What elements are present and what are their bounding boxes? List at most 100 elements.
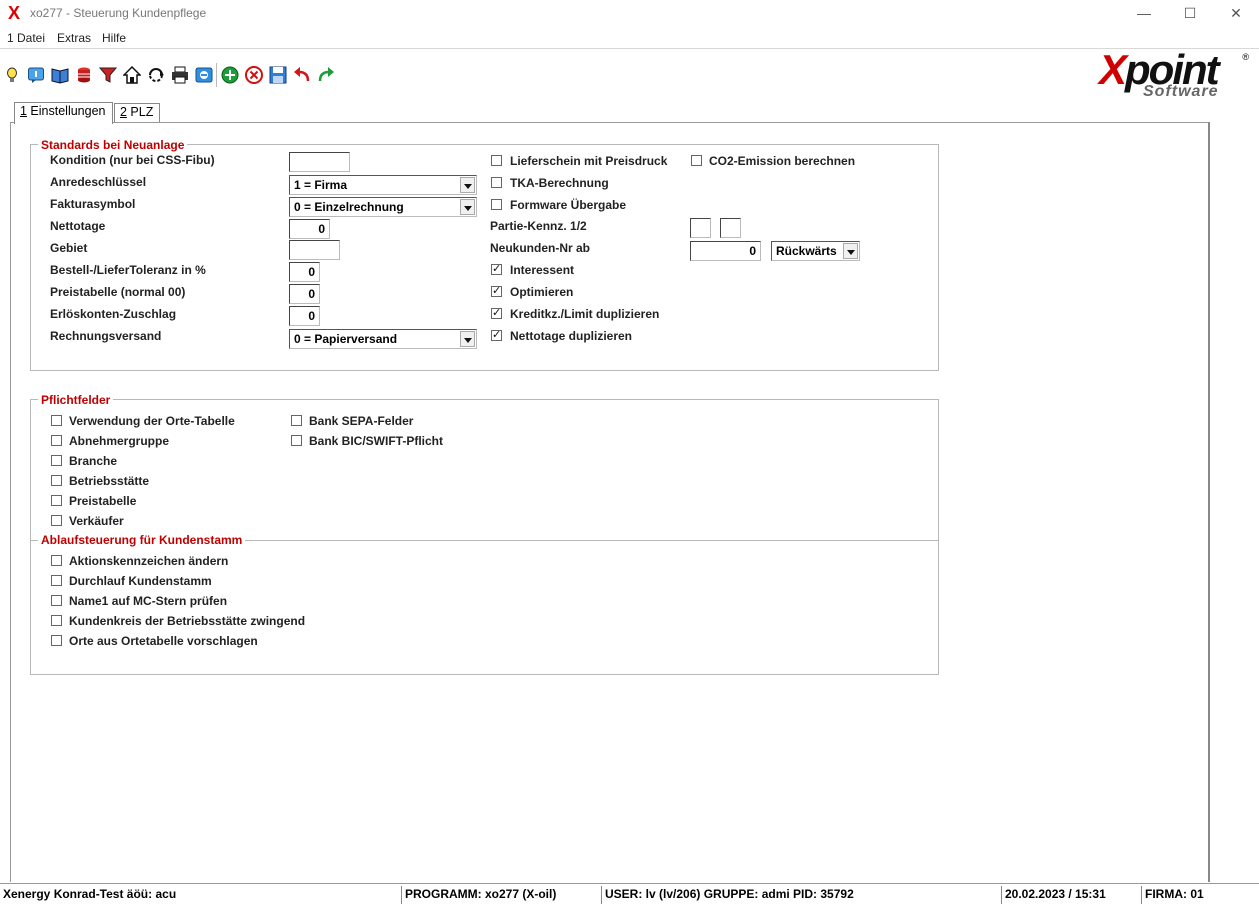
orte-vorschlagen-label: Orte aus Ortetabelle vorschlagen (69, 634, 258, 648)
lieferschein-checkbox[interactable] (491, 155, 502, 166)
aktionskennzeichen-checkbox[interactable] (51, 555, 62, 566)
add-icon[interactable] (221, 66, 239, 84)
kreditkz-label: Kreditkz./Limit duplizieren (510, 307, 660, 321)
print-icon[interactable] (171, 66, 189, 84)
orte-tabelle-checkbox[interactable] (51, 415, 62, 426)
status-mandant: Xenergy Konrad-Test äöü: acu (3, 887, 177, 901)
chevron-down-icon[interactable] (460, 177, 475, 193)
nettotage-dup-checkbox[interactable] (491, 328, 502, 341)
status-datetime: 20.02.2023 / 15:31 (1001, 886, 1141, 904)
interessent-label: Interessent (510, 263, 575, 277)
status-user: USER: lv (lv/206) GRUPPE: admi PID: 3579… (601, 886, 1001, 904)
menu-extras[interactable]: Extras (57, 31, 91, 45)
abnehmergruppe-label: Abnehmergruppe (69, 434, 170, 448)
nettotage-field[interactable]: 0 (289, 219, 330, 239)
close-button[interactable]: ✕ (1213, 0, 1259, 27)
name1-label: Name1 auf MC-Stern prüfen (69, 594, 228, 608)
delete-icon[interactable] (245, 66, 263, 84)
kondition-field[interactable] (289, 152, 350, 172)
partie-field-1[interactable] (690, 218, 711, 238)
menu-hilfe[interactable]: Hilfe (102, 31, 126, 45)
kreditkz-checkbox[interactable] (491, 306, 502, 319)
nettotage-dup-label: Nettotage duplizieren (510, 329, 633, 343)
durchlauf-label: Durchlauf Kundenstamm (69, 574, 212, 588)
neukunden-field[interactable]: 0 (690, 241, 761, 261)
nettotage-label: Nettotage (50, 219, 106, 233)
database-icon[interactable] (75, 66, 93, 84)
aktionskennzeichen-label: Aktionskennzeichen ändern (69, 554, 229, 568)
erloeskonten-field[interactable]: 0 (289, 306, 320, 326)
menu-datei[interactable]: 1 Datei (7, 31, 45, 45)
co2-checkbox[interactable] (691, 155, 702, 166)
partie-label: Partie-Kennz. 1/2 (490, 219, 587, 233)
undo-icon[interactable] (293, 66, 311, 84)
branche-checkbox[interactable] (51, 455, 62, 466)
verkaeufer-label: Verkäufer (69, 514, 124, 528)
rechnungsversand-label: Rechnungsversand (50, 329, 162, 343)
lightbulb-icon[interactable] (3, 66, 21, 84)
betriebsstaette-label: Betriebsstätte (69, 474, 150, 488)
bank-bic-checkbox[interactable] (291, 435, 302, 446)
chevron-down-icon[interactable] (843, 243, 858, 259)
orte-vorschlagen-checkbox[interactable] (51, 635, 62, 646)
faktura-select[interactable]: 0 = Einzelrechnung (289, 197, 477, 217)
rechnungsversand-select[interactable]: 0 = Papierversand (289, 329, 477, 349)
preistabelle-pflicht-label: Preistabelle (69, 494, 137, 508)
preistabelle-field[interactable]: 0 (289, 284, 320, 304)
betriebsstaette-checkbox[interactable] (51, 475, 62, 486)
bank-sepa-label: Bank SEPA-Felder (309, 414, 414, 428)
app-logo-icon: X (8, 3, 21, 23)
status-bar: Xenergy Konrad-Test äöü: acu PROGRAMM: x… (0, 883, 1259, 904)
tab-einstellungen[interactable]: 1 Einstellungen (14, 102, 113, 124)
faktura-label: Fakturasymbol (50, 197, 136, 211)
formware-checkbox[interactable] (491, 199, 502, 210)
xpoint-logo: Xpoint Software ® (1099, 46, 1251, 100)
toleranz-field[interactable]: 0 (289, 262, 320, 282)
preistabelle-checkbox[interactable] (51, 495, 62, 506)
window-title: xo277 - Steuerung Kundenpflege (30, 6, 207, 20)
minimize-button[interactable]: — (1121, 0, 1167, 27)
neukunden-direction-select[interactable]: Rückwärts (771, 241, 860, 261)
anrede-select[interactable]: 1 = Firma (289, 175, 477, 195)
optimieren-checkbox[interactable] (491, 284, 502, 297)
partie-field-2[interactable] (720, 218, 741, 238)
kundenkreis-checkbox[interactable] (51, 615, 62, 626)
gebiet-field[interactable] (289, 240, 340, 260)
neukunden-label: Neukunden-Nr ab (490, 241, 591, 255)
book-icon[interactable] (51, 66, 69, 84)
toolbar (0, 48, 1259, 100)
home-icon[interactable] (123, 66, 141, 84)
redo-icon[interactable] (317, 66, 335, 84)
refresh-icon[interactable] (147, 66, 165, 84)
interessent-checkbox[interactable] (491, 262, 502, 275)
maximize-button[interactable]: ☐ (1167, 0, 1213, 27)
kundenkreis-label: Kundenkreis der Betriebsstätte zwingend (69, 614, 306, 628)
co2-label: CO2-Emission berechnen (709, 154, 856, 168)
title-bar: X xo277 - Steuerung Kundenpflege — ☐ ✕ (0, 0, 1259, 27)
export-icon[interactable] (195, 66, 213, 84)
kondition-label: Kondition (nur bei CSS-Fibu) (50, 153, 215, 167)
formware-label: Formware Übergabe (510, 198, 627, 212)
tka-checkbox[interactable] (491, 177, 502, 188)
erloeskonten-label: Erlöskonten-Zuschlag (50, 307, 177, 321)
menu-bar: 1 Datei Extras Hilfe (0, 28, 1259, 48)
bank-sepa-checkbox[interactable] (291, 415, 302, 426)
preistabelle-label: Preistabelle (normal 00) (50, 285, 186, 299)
abnehmergruppe-checkbox[interactable] (51, 435, 62, 446)
tka-label: TKA-Berechnung (510, 176, 609, 190)
info-icon[interactable] (27, 66, 45, 84)
filter-icon[interactable] (99, 66, 117, 84)
chevron-down-icon[interactable] (460, 199, 475, 215)
orte-tabelle-label: Verwendung der Orte-Tabelle (69, 414, 235, 428)
name1-checkbox[interactable] (51, 595, 62, 606)
verkaeufer-checkbox[interactable] (51, 515, 62, 526)
toleranz-label: Bestell-/LieferToleranz in % (50, 263, 206, 277)
tab-plz[interactable]: 2 PLZ (114, 103, 160, 123)
status-programm: PROGRAMM: xo277 (X-oil) (401, 886, 600, 904)
bank-bic-label: Bank BIC/SWIFT-Pflicht (309, 434, 444, 448)
pflichtfelder-legend: Pflichtfelder (38, 393, 114, 407)
anrede-label: Anredeschlüssel (50, 175, 147, 189)
durchlauf-checkbox[interactable] (51, 575, 62, 586)
save-icon[interactable] (269, 66, 287, 84)
chevron-down-icon[interactable] (460, 331, 475, 347)
